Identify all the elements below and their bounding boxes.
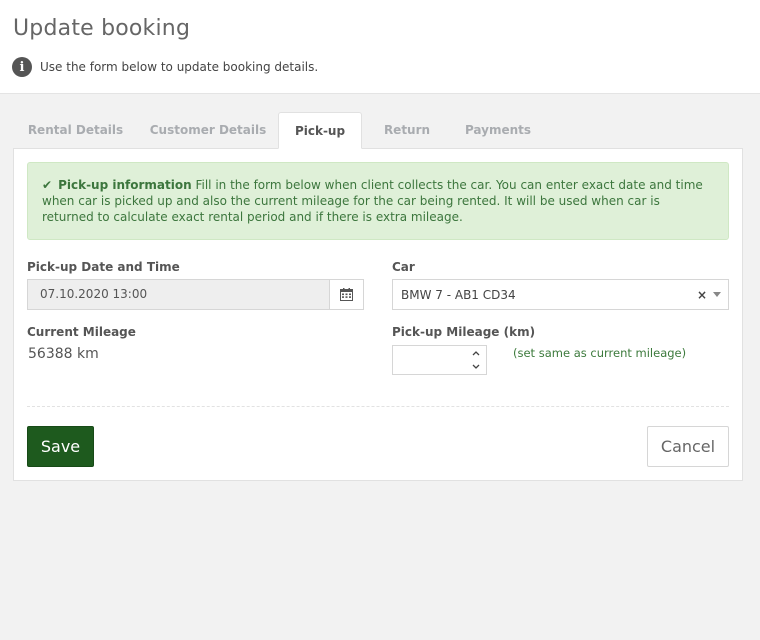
clear-icon[interactable]: ×	[697, 288, 707, 302]
page-subtitle: Use the form below to update booking det…	[40, 60, 319, 74]
chevron-up-icon[interactable]	[466, 346, 486, 360]
pickup-date-label: Pick-up Date and Time	[27, 260, 180, 274]
tab-rental-details[interactable]: Rental Details	[13, 112, 138, 149]
pickup-mileage-stepper[interactable]	[392, 345, 487, 375]
form-divider	[27, 406, 729, 407]
car-select[interactable]: BMW 7 - AB1 CD34 ×	[392, 279, 729, 310]
save-button[interactable]: Save	[27, 426, 94, 467]
tab-return[interactable]: Return	[371, 112, 443, 149]
tab-payments[interactable]: Payments	[450, 112, 546, 149]
page-title: Update booking	[13, 16, 191, 41]
pickup-date-value: 07.10.2020 13:00	[40, 287, 148, 301]
current-mileage-value: 56388 km	[28, 346, 99, 362]
pickup-date-field[interactable]: 07.10.2020 13:00	[27, 279, 364, 310]
car-select-value: BMW 7 - AB1 CD34	[401, 287, 516, 302]
pickup-info-alert: ✔ Pick-up information Fill in the form be…	[27, 162, 729, 240]
car-label: Car	[392, 260, 415, 274]
cancel-button[interactable]: Cancel	[647, 426, 729, 467]
stepper-buttons	[466, 346, 486, 374]
tab-customer-details[interactable]: Customer Details	[147, 112, 269, 149]
pickup-panel: ✔ Pick-up information Fill in the form be…	[13, 148, 743, 481]
set-same-mileage-link[interactable]: (set same as current mileage)	[513, 346, 686, 360]
page-header: Update booking i Use the form below to u…	[0, 0, 760, 94]
calendar-icon[interactable]	[329, 280, 363, 309]
tab-bar: Rental Details Customer Details Pick-up …	[13, 112, 743, 149]
check-icon: ✔	[42, 178, 53, 192]
tab-pick-up[interactable]: Pick-up	[278, 112, 362, 149]
pickup-mileage-label: Pick-up Mileage (km)	[392, 325, 536, 339]
current-mileage-label: Current Mileage	[27, 325, 136, 339]
chevron-down-icon[interactable]	[466, 360, 486, 374]
subtitle-row: i Use the form below to update booking d…	[12, 56, 318, 78]
pickup-mileage-input[interactable]	[393, 346, 466, 374]
chevron-down-icon[interactable]	[713, 292, 721, 297]
info-icon: i	[12, 57, 32, 77]
alert-title: Pick-up information	[58, 178, 192, 192]
